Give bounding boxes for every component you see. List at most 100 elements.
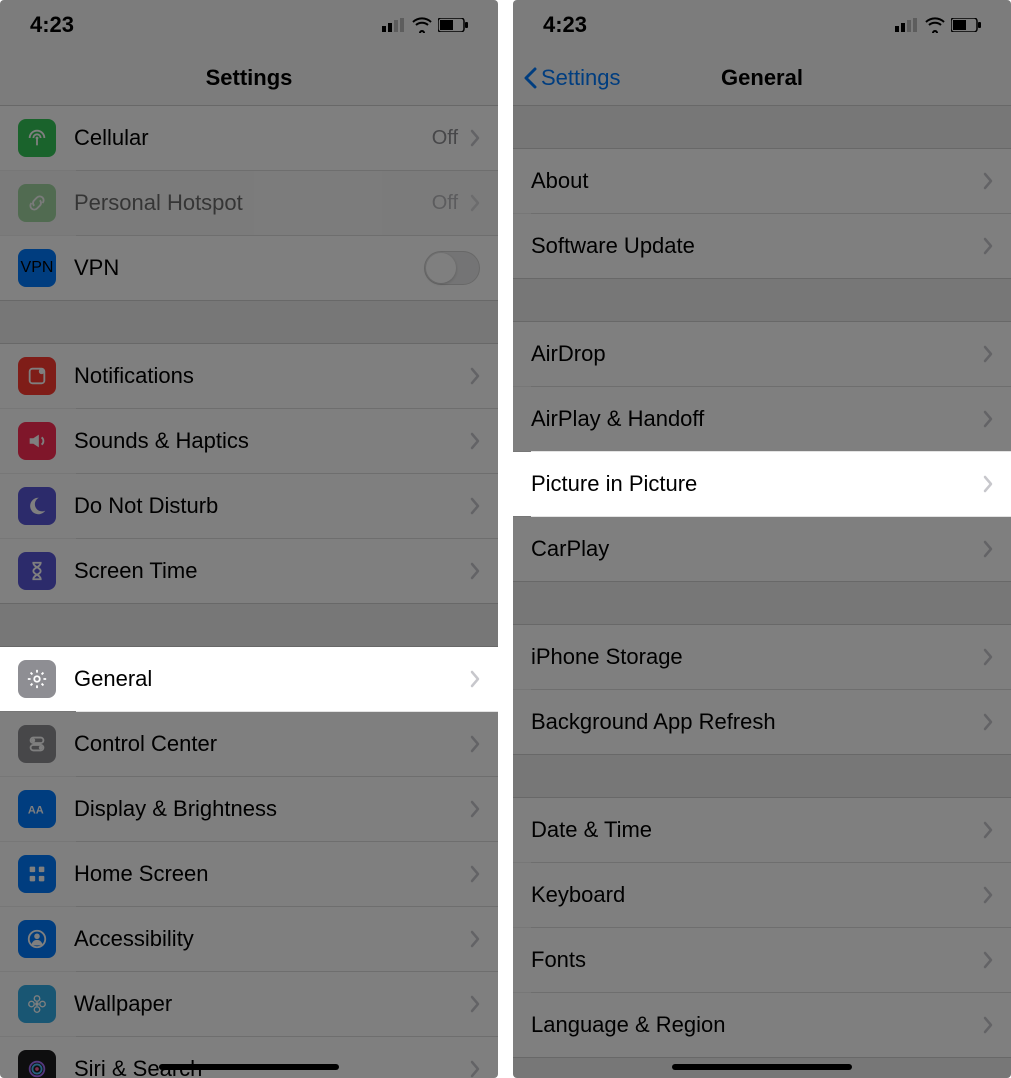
- aa-icon: AA: [18, 790, 56, 828]
- chevron-right-icon: [983, 339, 993, 370]
- gear-icon: [18, 660, 56, 698]
- flower-icon: [18, 985, 56, 1023]
- row-label: Accessibility: [74, 926, 466, 952]
- row-label: Do Not Disturb: [74, 493, 466, 519]
- speaker-icon: [18, 422, 56, 460]
- chevron-right-icon: [983, 815, 993, 846]
- row-airplay[interactable]: AirPlay & Handoff: [513, 387, 1011, 451]
- general-screen: 4:23 Settings General About Software Upda…: [513, 0, 1011, 1078]
- toggle-switch[interactable]: [424, 251, 480, 285]
- chevron-right-icon: [983, 404, 993, 435]
- row-notifications[interactable]: Notifications: [0, 344, 498, 408]
- row-cellular[interactable]: CellularOff: [0, 106, 498, 170]
- row-label: CarPlay: [531, 536, 979, 562]
- row-label: Background App Refresh: [531, 709, 979, 735]
- row-label: Display & Brightness: [74, 796, 466, 822]
- row-sounds[interactable]: Sounds & Haptics: [0, 409, 498, 473]
- status-icons: [895, 17, 981, 33]
- home-indicator[interactable]: [672, 1064, 852, 1070]
- chevron-right-icon: [470, 924, 480, 955]
- row-label: Home Screen: [74, 861, 466, 887]
- row-vpn[interactable]: VPNVPN: [0, 236, 498, 300]
- row-label: AirDrop: [531, 341, 979, 367]
- row-label: Software Update: [531, 233, 979, 259]
- row-wallpaper[interactable]: Wallpaper: [0, 972, 498, 1036]
- row-controlcenter[interactable]: Control Center: [0, 712, 498, 776]
- chevron-right-icon: [470, 361, 480, 392]
- row-label: Screen Time: [74, 558, 466, 584]
- status-time: 4:23: [30, 12, 74, 38]
- chevron-right-icon: [983, 945, 993, 976]
- person-icon: [18, 920, 56, 958]
- row-siri[interactable]: Siri & Search: [0, 1037, 498, 1078]
- row-airdrop[interactable]: AirDrop: [513, 322, 1011, 386]
- status-time: 4:23: [543, 12, 587, 38]
- row-label: Personal Hotspot: [74, 190, 432, 216]
- chevron-right-icon: [470, 123, 480, 154]
- row-label: Sounds & Haptics: [74, 428, 466, 454]
- siri-icon: [18, 1050, 56, 1078]
- row-carplay[interactable]: CarPlay: [513, 517, 1011, 581]
- chevron-right-icon: [470, 556, 480, 587]
- chevron-right-icon: [470, 188, 480, 219]
- row-datetime[interactable]: Date & Time: [513, 798, 1011, 862]
- row-label: iPhone Storage: [531, 644, 979, 670]
- row-swupdate[interactable]: Software Update: [513, 214, 1011, 278]
- row-label: Fonts: [531, 947, 979, 973]
- chevron-right-icon: [470, 1054, 480, 1078]
- row-label: VPN: [74, 255, 424, 281]
- row-keyboard[interactable]: Keyboard: [513, 863, 1011, 927]
- general-list[interactable]: About Software Update AirDrop AirPlay & Han…: [513, 106, 1011, 1078]
- row-label: General: [74, 666, 466, 692]
- moon-icon: [18, 487, 56, 525]
- row-general[interactable]: General: [0, 647, 498, 711]
- chevron-right-icon: [470, 989, 480, 1020]
- chevron-right-icon: [470, 426, 480, 457]
- row-hotspot[interactable]: Personal HotspotOff: [0, 171, 498, 235]
- hourglass-icon: [18, 552, 56, 590]
- grid-icon: [18, 855, 56, 893]
- chevron-right-icon: [470, 794, 480, 825]
- row-accessibility[interactable]: Accessibility: [0, 907, 498, 971]
- row-label: Cellular: [74, 125, 432, 151]
- row-storage[interactable]: iPhone Storage: [513, 625, 1011, 689]
- signal-icon: [895, 18, 919, 32]
- row-homescreen[interactable]: Home Screen: [0, 842, 498, 906]
- row-label: Picture in Picture: [531, 471, 979, 497]
- row-fonts[interactable]: Fonts: [513, 928, 1011, 992]
- status-bar: 4:23: [0, 0, 498, 50]
- back-label: Settings: [541, 65, 621, 91]
- chevron-right-icon: [983, 166, 993, 197]
- chevron-right-icon: [983, 642, 993, 673]
- nav-bar: Settings General: [513, 50, 1011, 106]
- row-label: About: [531, 168, 979, 194]
- row-label: Wallpaper: [74, 991, 466, 1017]
- row-detail: Off: [432, 192, 458, 215]
- antenna-icon: [18, 119, 56, 157]
- chevron-left-icon: [523, 67, 539, 89]
- back-button[interactable]: Settings: [523, 65, 621, 91]
- row-label: Date & Time: [531, 817, 979, 843]
- battery-icon: [951, 18, 981, 32]
- row-screentime[interactable]: Screen Time: [0, 539, 498, 603]
- chevron-right-icon: [470, 491, 480, 522]
- settings-list[interactable]: CellularOffPersonal HotspotOffVPNVPNNoti…: [0, 106, 498, 1078]
- wifi-icon: [412, 17, 432, 33]
- bell-icon: [18, 357, 56, 395]
- chevron-right-icon: [983, 1010, 993, 1041]
- row-langregion[interactable]: Language & Region: [513, 993, 1011, 1057]
- home-indicator[interactable]: [159, 1064, 339, 1070]
- chevron-right-icon: [470, 664, 480, 695]
- chevron-right-icon: [983, 231, 993, 262]
- chevron-right-icon: [470, 729, 480, 760]
- row-pip[interactable]: Picture in Picture: [513, 452, 1011, 516]
- signal-icon: [382, 18, 406, 32]
- row-dnd[interactable]: Do Not Disturb: [0, 474, 498, 538]
- row-about[interactable]: About: [513, 149, 1011, 213]
- status-icons: [382, 17, 468, 33]
- row-display[interactable]: AA Display & Brightness: [0, 777, 498, 841]
- row-label: Language & Region: [531, 1012, 979, 1038]
- chevron-right-icon: [983, 469, 993, 500]
- row-bgrefresh[interactable]: Background App Refresh: [513, 690, 1011, 754]
- svg-text:AA: AA: [28, 805, 44, 817]
